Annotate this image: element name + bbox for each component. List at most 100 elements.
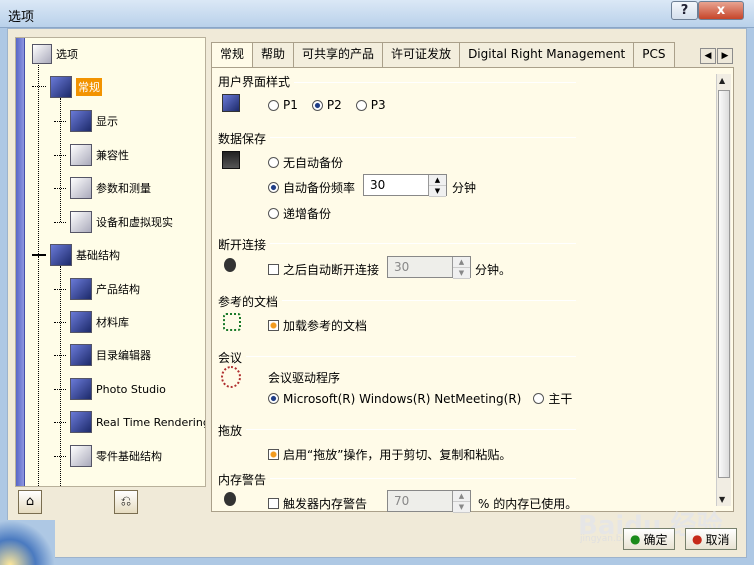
option-no-backup: 无自动备份: [268, 154, 343, 171]
scroll-down-icon[interactable]: ▼: [719, 495, 725, 504]
options-icon: [32, 44, 52, 64]
checkbox-memory-warning[interactable]: [268, 498, 279, 509]
tree-item-real-time-rendering[interactable]: Real Time Rendering: [54, 411, 206, 433]
spin-down-icon[interactable]: ▼: [453, 502, 470, 513]
spin-up-icon[interactable]: ▲: [429, 175, 446, 186]
catalog-editor-icon: [70, 344, 92, 366]
referenced-docs-icon: [223, 313, 241, 331]
tab-general[interactable]: 常规: [211, 42, 254, 68]
option-load-referenced-docs: 加载参考的文档: [268, 317, 367, 334]
tree-item-devices[interactable]: 设备和虚拟现实: [54, 211, 173, 233]
tab-help[interactable]: 帮助: [252, 42, 295, 67]
spin-up-icon[interactable]: ▲: [453, 257, 470, 268]
product-structure-icon: [70, 278, 92, 300]
tree-item-infrastructure[interactable]: 基础结构: [32, 244, 120, 266]
window-title: 选项: [8, 10, 35, 25]
tree-root[interactable]: 选项: [32, 44, 78, 64]
option-enable-drag-drop: 启用“拖放”操作，用于剪切、复制和粘贴。: [268, 446, 511, 463]
radio-netmeeting[interactable]: [268, 393, 279, 404]
globe-decoration: [0, 520, 55, 565]
checkbox-load-referenced-docs[interactable]: [268, 320, 279, 331]
tree-item-display[interactable]: 显示: [54, 110, 118, 132]
spin-down-icon[interactable]: ▼: [453, 268, 470, 279]
backup-frequency-unit: 分钟: [452, 181, 477, 195]
infrastructure-icon: [50, 244, 72, 266]
incremental-backup-label: 递增备份: [283, 207, 332, 221]
conference-options: Microsoft(R) Windows(R) NetMeeting(R) 主干: [268, 390, 572, 407]
radio-p1[interactable]: [268, 99, 279, 111]
tree-scrollbar[interactable]: [16, 38, 25, 486]
option-incremental-backup: 递增备份: [268, 205, 331, 222]
tree-item-label: 零件基础结构: [96, 450, 162, 463]
radio-p2[interactable]: [311, 99, 323, 111]
lock-options-button[interactable]: ⌂: [18, 490, 42, 514]
disconnect-spinner[interactable]: 30 ▲ ▼: [387, 256, 471, 279]
backup-frequency-label: 自动备份频率: [283, 181, 356, 195]
spin-down-icon[interactable]: ▼: [429, 186, 446, 197]
display-icon: [70, 110, 92, 132]
scroll-up-icon[interactable]: ▲: [719, 76, 725, 85]
section-title-disconnect: 断开连接: [218, 238, 267, 252]
checkbox-enable-drag-drop[interactable]: [268, 449, 279, 460]
tree-item-part-infrastructure[interactable]: 零件基础结构: [54, 445, 162, 467]
tree-item-general[interactable]: 常规: [32, 76, 102, 98]
tab-pcs[interactable]: PCS: [633, 42, 675, 67]
tab-licensing[interactable]: 许可证发放: [382, 42, 461, 67]
help-button[interactable]: ?: [671, 1, 698, 20]
section-title-data-save: 数据保存: [218, 132, 267, 146]
tree-item-label: 显示: [96, 115, 118, 128]
radio-p1-label: P1: [283, 98, 298, 112]
option-backup-frequency: 自动备份频率: [268, 179, 355, 196]
material-library-icon: [70, 311, 92, 333]
panel-scrollbar[interactable]: ▲ ▼: [716, 74, 731, 506]
floppy-disk-icon: [222, 151, 240, 169]
radio-p2-label: P2: [326, 98, 342, 112]
enable-drag-drop-label: 启用“拖放”操作，用于剪切、复制和粘贴。: [283, 448, 512, 462]
radio-p3-label: P3: [370, 98, 386, 112]
lightbulb-icon: [224, 258, 236, 272]
radio-backbone[interactable]: [533, 393, 545, 404]
memory-warning-value[interactable]: 70: [388, 491, 452, 511]
tree-item-material-library[interactable]: 材料库: [54, 311, 129, 333]
tab-shareable-products[interactable]: 可共享的产品: [293, 42, 384, 67]
disconnect-value[interactable]: 30: [388, 257, 452, 277]
checkbox-auto-disconnect[interactable]: [268, 264, 279, 275]
option-auto-disconnect: 之后自动断开连接: [268, 261, 379, 278]
radio-p3[interactable]: [355, 99, 367, 111]
reset-options-button[interactable]: ⎌: [114, 490, 138, 514]
backup-frequency-value[interactable]: 30: [364, 175, 428, 195]
tree-root-label: 选项: [56, 48, 78, 61]
radio-incremental-backup[interactable]: [268, 208, 279, 219]
devices-icon: [70, 211, 92, 233]
tree-item-label: 目录编辑器: [96, 349, 151, 362]
tree-item-label: Real Time Rendering: [96, 415, 206, 429]
memory-warning-unit: % 的内存已使用。: [478, 497, 578, 511]
spin-up-icon[interactable]: ▲: [453, 491, 470, 502]
cancel-button[interactable]: ● 取消: [685, 528, 737, 550]
memory-warning-spinner[interactable]: 70 ▲ ▼: [387, 490, 471, 513]
tree-item-product-structure[interactable]: 产品结构: [54, 278, 140, 300]
tree-item-photo-studio[interactable]: Photo Studio: [54, 378, 166, 400]
radio-no-backup[interactable]: [268, 157, 279, 168]
collapse-icon[interactable]: [32, 254, 46, 256]
backup-frequency-spinner[interactable]: 30 ▲ ▼: [363, 174, 447, 197]
tree-item-label: 参数和测量: [96, 182, 151, 195]
ok-button[interactable]: ● 确定: [623, 528, 675, 550]
scroll-thumb[interactable]: [718, 90, 730, 478]
close-button[interactable]: x: [698, 1, 744, 20]
tree-item-label: 兼容性: [96, 149, 129, 162]
cancel-icon: ●: [692, 532, 703, 546]
tree-item-catalog-editor[interactable]: 目录编辑器: [54, 344, 151, 366]
options-tree[interactable]: 选项 常规 显示 兼容性 参数和测量 设备和虚拟现实 基础结构 产品结构 材料库…: [15, 37, 206, 487]
tree-item-label: Photo Studio: [96, 382, 166, 396]
section-title-ui-style: 用户界面样式: [218, 75, 291, 89]
tab-drm[interactable]: Digital Right Management: [459, 42, 635, 67]
title-bar: 选项 ? x: [0, 0, 754, 28]
radio-backup-frequency[interactable]: [268, 182, 279, 193]
tab-right-arrow[interactable]: ▶: [717, 48, 733, 64]
tree-item-parameters[interactable]: 参数和测量: [54, 177, 151, 199]
cancel-label: 取消: [705, 532, 730, 547]
tree-item-compatibility[interactable]: 兼容性: [54, 144, 129, 166]
tab-left-arrow[interactable]: ◀: [700, 48, 716, 64]
general-icon: [50, 76, 72, 98]
